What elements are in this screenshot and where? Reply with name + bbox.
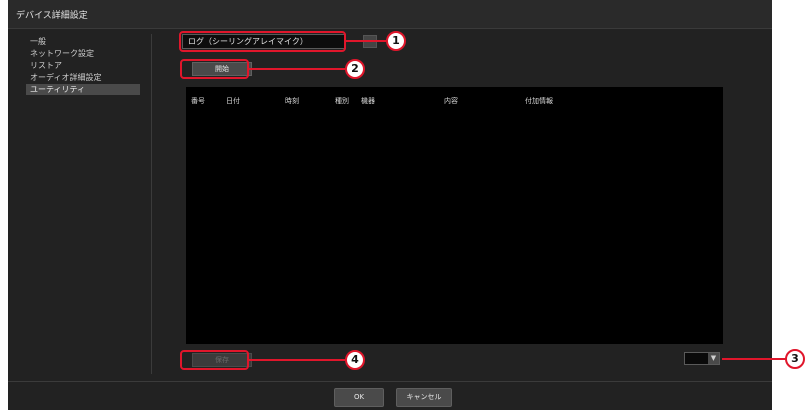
title-bar: デバイス詳細設定 xyxy=(8,0,772,29)
sidebar-item-utility[interactable]: ユーティリティ xyxy=(26,84,140,95)
sidebar-divider xyxy=(151,34,152,374)
callout-badge-3: 3 xyxy=(785,349,805,369)
sidebar-item-general[interactable]: 一般 xyxy=(26,36,140,47)
column-header-device: 機器 xyxy=(361,97,375,105)
cancel-button[interactable]: キャンセル xyxy=(396,388,452,407)
sidebar-item-network[interactable]: ネットワーク設定 xyxy=(26,48,140,59)
callout-line-4 xyxy=(249,359,345,361)
column-header-additional-info: 付加情報 xyxy=(525,97,553,105)
callout-highlight-1 xyxy=(179,31,346,52)
callout-highlight-4 xyxy=(180,350,249,370)
sidebar-item-restore[interactable]: リストア xyxy=(26,60,140,71)
column-header-date: 日付 xyxy=(226,97,240,105)
callout-highlight-2 xyxy=(180,59,249,79)
column-header-number: 番号 xyxy=(191,97,205,105)
callout-badge-1: 1 xyxy=(386,31,406,51)
window-title: デバイス詳細設定 xyxy=(16,11,88,21)
callout-badge-2: 2 xyxy=(345,59,365,79)
device-settings-window: デバイス詳細設定 一般 ネットワーク設定 リストア オーディオ詳細設定 ユーティ… xyxy=(8,0,772,410)
column-header-content: 内容 xyxy=(444,97,458,105)
ok-button[interactable]: OK xyxy=(334,388,384,407)
callout-line-1 xyxy=(346,40,386,42)
callout-line-3 xyxy=(722,358,786,360)
log-table: 番号 日付 時刻 種別 機器 内容 付加情報 xyxy=(186,87,723,344)
callout-line-2 xyxy=(249,68,345,70)
page-select[interactable]: ▼ xyxy=(684,352,720,365)
sidebar-item-audio[interactable]: オーディオ詳細設定 xyxy=(26,72,140,83)
callout-badge-4: 4 xyxy=(345,350,365,370)
column-header-time: 時刻 xyxy=(285,97,299,105)
column-header-type: 種別 xyxy=(335,97,349,105)
chevron-down-icon[interactable]: ▼ xyxy=(708,353,719,364)
footer-divider xyxy=(8,381,772,382)
